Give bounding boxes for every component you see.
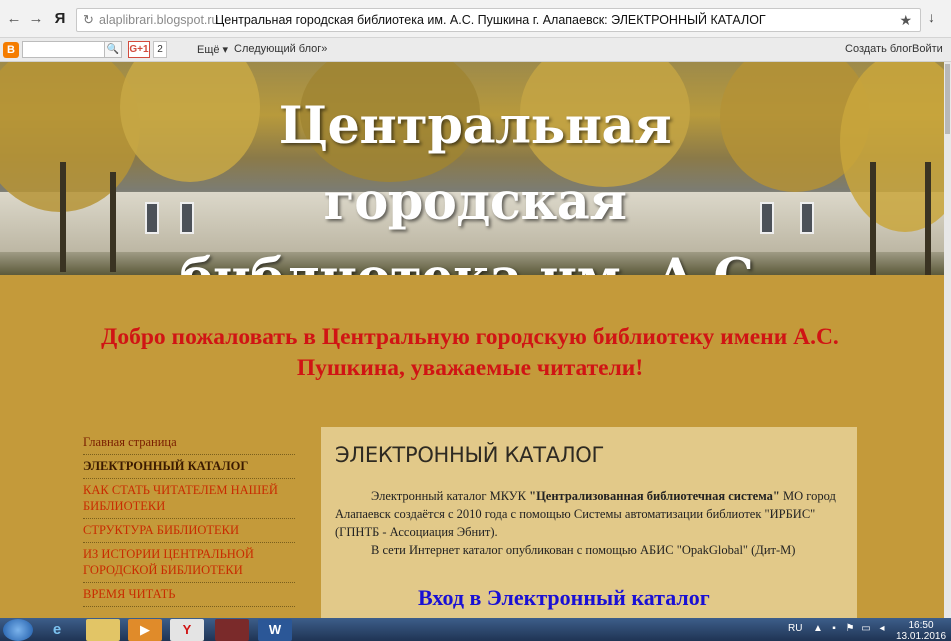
ie-icon[interactable]: e: [40, 619, 74, 641]
sidebar-item-time-to-read[interactable]: ВРЕМЯ ЧИТАТЬ: [83, 583, 295, 607]
explorer-icon[interactable]: [86, 619, 120, 641]
site-title[interactable]: Центральная городская библиотека им. А.С…: [150, 88, 800, 275]
download-icon[interactable]: ↓: [928, 9, 935, 25]
reload-icon[interactable]: ↻: [83, 9, 94, 31]
browser-toolbar: ← → Я ↻ alaplibrari.blogspot.ru Централь…: [0, 0, 951, 38]
post-paragraph: Электронный каталог МКУК "Централизованн…: [335, 487, 843, 541]
post-body: Электронный каталог МКУК "Централизованн…: [335, 487, 843, 559]
start-button[interactable]: [3, 619, 33, 641]
clock-date: 13.01.2016: [896, 631, 947, 641]
action-center-icon[interactable]: ⚑: [844, 623, 856, 634]
clock-time: 16:50: [908, 620, 934, 631]
yandex-browser-icon[interactable]: Y: [170, 619, 204, 641]
bookmark-star-icon[interactable]: ★: [899, 9, 912, 31]
sidebar-pages: Главная страница ЭЛЕКТРОННЫЙ КАТАЛОГ КАК…: [83, 431, 295, 607]
sign-in-link[interactable]: Войти: [912, 43, 943, 55]
post: ЭЛЕКТРОННЫЙ КАТАЛОГ Электронный каталог …: [321, 427, 857, 627]
page-title-in-address-bar: Центральная городская библиотека им. А.С…: [215, 13, 766, 27]
post-paragraph: В сети Интернет каталог опубликован с по…: [371, 543, 796, 557]
tray-expand-icon[interactable]: ▲: [812, 623, 824, 634]
forward-button[interactable]: →: [26, 9, 46, 29]
paragraph-text: Электронный каталог МКУК: [371, 489, 530, 503]
welcome-heading: Добро пожаловать в Центральную городскую…: [101, 324, 839, 381]
gplus-count: 2: [153, 41, 167, 58]
blogger-logo-icon[interactable]: B: [3, 42, 19, 58]
yandex-icon[interactable]: Я: [50, 9, 70, 29]
catalog-entry-link[interactable]: Вход в Электронный каталог: [418, 585, 710, 611]
windows-flag-icon[interactable]: ▪: [828, 623, 840, 634]
network-icon[interactable]: ▭: [860, 623, 872, 634]
header-banner: Центральная городская библиотека им. А.С…: [0, 62, 944, 275]
volume-icon[interactable]: ◂: [876, 623, 888, 634]
next-blog-link[interactable]: Следующий блог»: [234, 43, 327, 55]
sidebar-item-home[interactable]: Главная страница: [83, 431, 295, 455]
scrollbar-thumb[interactable]: [945, 64, 950, 134]
sidebar-item-how-to-join[interactable]: КАК СТАТЬ ЧИТАТЕЛЕМ НАШЕЙ БИБЛИОТЕКИ: [83, 479, 295, 519]
media-player-icon[interactable]: ▶: [128, 619, 162, 641]
address-bar[interactable]: ↻ alaplibrari.blogspot.ru Центральная го…: [76, 8, 921, 32]
sidebar-item-catalog[interactable]: ЭЛЕКТРОННЫЙ КАТАЛОГ: [83, 455, 295, 479]
url-domain: alaplibrari.blogspot.ru: [99, 13, 219, 27]
sidebar-item-history[interactable]: ИЗ ИСТОРИИ ЦЕНТРАЛЬНОЙ ГОРОДСКОЙ БИБЛИОТ…: [83, 543, 295, 583]
gplus-button[interactable]: G+1: [128, 41, 150, 58]
search-icon[interactable]: 🔍: [104, 41, 122, 58]
paragraph-bold-text: "Централизованная библиотечная система": [529, 489, 780, 503]
clock[interactable]: 16:50 13.01.2016: [896, 620, 946, 641]
more-menu[interactable]: Ещё ▾: [197, 43, 228, 56]
blogger-navbar: B 🔍 G+1 2 Ещё ▾ Следующий блог» Создать …: [0, 38, 951, 62]
scrollbar[interactable]: [944, 62, 951, 618]
language-indicator[interactable]: RU: [788, 623, 802, 634]
sidebar-item-structure[interactable]: СТРУКТУРА БИБЛИОТЕКИ: [83, 519, 295, 543]
app-icon[interactable]: [215, 619, 249, 641]
back-button[interactable]: ←: [4, 9, 24, 29]
word-icon[interactable]: W: [258, 619, 292, 641]
windows-taskbar: e ▶ Y W RU ▲ ▪ ⚑ ▭ ◂ 16:50 13.01.2016: [0, 618, 951, 641]
post-title: ЭЛЕКТРОННЫЙ КАТАЛОГ: [335, 443, 605, 467]
create-blog-link[interactable]: Создать блог: [845, 43, 912, 55]
